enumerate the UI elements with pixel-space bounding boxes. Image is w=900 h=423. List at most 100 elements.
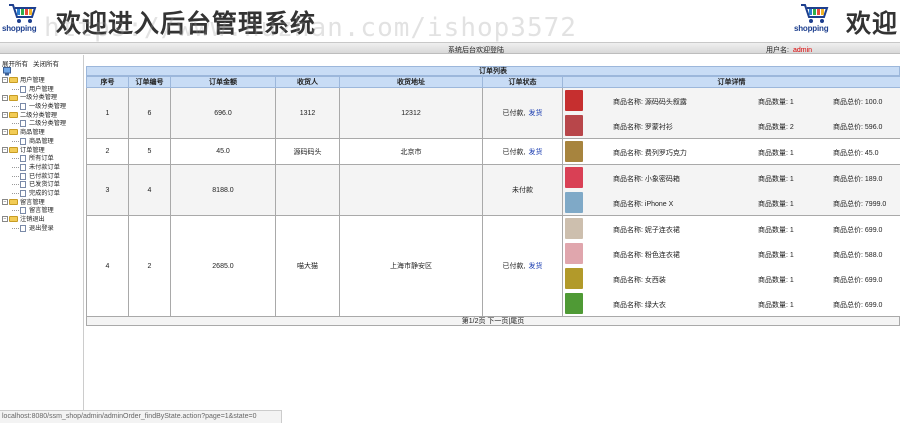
- cell-status: 未付款: [482, 164, 563, 216]
- cell-status: 已付款, 发货: [482, 87, 563, 139]
- minus-icon[interactable]: −: [2, 198, 8, 205]
- table-header: 序号 订单编号 订单金额 收货人 收货地址 订单状态 订单详情: [86, 76, 900, 88]
- cell-detail: 商品名称: 妮子连衣裙商品数量: 1 商品总价: 699.0 商品名称: 粉色连衣裙…: [562, 215, 900, 317]
- column-header: 订单详情: [562, 76, 900, 88]
- ship-link[interactable]: 发货: [528, 110, 542, 117]
- product-name: 商品名称: 罗蒙衬衫: [613, 124, 673, 131]
- tree-folder[interactable]: − 用户管理: [2, 77, 84, 86]
- tree-label: 留言管理: [29, 207, 54, 215]
- product-name: 商品名称: iPhone X: [613, 201, 674, 208]
- table-row: 2 5 45.0 源码码头 北京市 已付款, 发货 商品名称: 费列罗巧克力 商品数量: 1 商品…: [86, 138, 900, 165]
- ship-link[interactable]: 发货: [528, 263, 542, 270]
- tree-leaf[interactable]: 已付款订单: [2, 172, 84, 182]
- tree-line: [12, 166, 19, 168]
- tree-leaf[interactable]: 退出登录: [2, 224, 84, 234]
- tree-folder[interactable]: − 订单管理: [2, 147, 84, 156]
- product-name: 商品名称: 妮子连衣裙: [613, 227, 680, 234]
- cell-seq: 1: [86, 87, 129, 139]
- folder-icon: [9, 77, 18, 84]
- product-qty: 商品数量: 1: [758, 176, 794, 183]
- product-name: 商品名称: 小象密码箱: [613, 176, 680, 183]
- tree-folder[interactable]: − 二级分类管理: [2, 112, 84, 121]
- product-name: 商品名称: 女西装: [613, 277, 666, 284]
- tree-leaf[interactable]: 完成的订单: [2, 189, 84, 199]
- page-icon: [20, 224, 26, 232]
- cell-status: 已付款, 发货: [482, 138, 563, 165]
- order-item: 商品名称: 女西装 商品数量: 1 商品总价: 699.0: [563, 266, 900, 291]
- next-page-link[interactable]: 下一页: [487, 318, 508, 325]
- page-icon: [20, 120, 26, 128]
- product-qty: 商品数量: 1: [758, 277, 794, 284]
- minus-icon[interactable]: −: [2, 94, 8, 101]
- minus-icon[interactable]: −: [2, 77, 8, 84]
- cell-detail: 商品名称: 源码码头叙露 商品数量: 1 商品总价: 100.0 商品名称: 罗蒙衬衫…: [562, 87, 900, 139]
- cell-seq: 2: [86, 138, 129, 165]
- ship-link[interactable]: 发货: [528, 149, 542, 156]
- product-qty: 商品数量: 1: [758, 252, 794, 259]
- page-icon: [20, 189, 26, 197]
- product-name: 商品名称: 费列罗巧克力: [613, 150, 687, 157]
- product-name: 商品名称: 粉色连衣裙: [613, 252, 680, 259]
- folder-icon: [9, 146, 18, 153]
- tree-leaf[interactable]: 未付款订单: [2, 163, 84, 173]
- product-thumbnail[interactable]: [565, 218, 583, 239]
- cell-order-id: 5: [128, 138, 171, 165]
- page-icon: [20, 172, 26, 180]
- order-item: 商品名称: 源码码头叙露 商品数量: 1 商品总价: 100.0: [563, 88, 900, 113]
- tree-line: [12, 227, 19, 229]
- column-header: 订单金额: [170, 76, 276, 88]
- tree-leaf[interactable]: 留言管理: [2, 207, 84, 216]
- cell-address: 上海市静安区: [339, 215, 483, 317]
- minus-icon[interactable]: −: [2, 216, 8, 223]
- product-thumbnail[interactable]: [565, 268, 583, 289]
- cell-address: 12312: [339, 87, 483, 139]
- cell-status: 已付款, 发货: [482, 215, 563, 317]
- order-status: 未付款: [512, 187, 533, 194]
- cell-detail: 商品名称: 费列罗巧克力 商品数量: 1 商品总价: 45.0: [562, 138, 900, 165]
- order-item: 商品名称: 小象密码箱 商品数量: 1 商品总价: 189.0: [563, 165, 900, 190]
- product-thumbnail[interactable]: [565, 192, 583, 213]
- cell-address: 北京市: [339, 138, 483, 165]
- product-total: 商品总价: 45.0: [833, 150, 879, 157]
- last-page-link[interactable]: 尾页: [510, 318, 524, 325]
- product-thumbnail[interactable]: [565, 115, 583, 136]
- product-thumbnail[interactable]: [565, 141, 583, 162]
- product-thumbnail[interactable]: [565, 243, 583, 264]
- minus-icon[interactable]: −: [2, 129, 8, 136]
- product-thumbnail[interactable]: [565, 90, 583, 111]
- page-icon: [20, 85, 26, 93]
- column-header: 收货地址: [339, 76, 483, 88]
- orders-table: 序号 订单编号 订单金额 收货人 收货地址 订单状态 订单详情 1 6 696.0 1312 123…: [86, 76, 900, 317]
- tree-folder[interactable]: − 留言管理: [2, 199, 84, 208]
- order-status: 已付款,: [502, 110, 526, 117]
- order-list-panel: 订单列表 序号 订单编号 订单金额 收货人 收货地址 订单状态 订单详情 1 6 696.0 13…: [86, 66, 900, 326]
- product-thumbnail[interactable]: [565, 167, 583, 188]
- product-total: 商品总价: 699.0: [833, 277, 883, 284]
- tree-leaf[interactable]: 二级分类管理: [2, 120, 84, 129]
- folder-icon: [9, 94, 18, 101]
- tree-folder[interactable]: − 注销退出: [2, 216, 84, 225]
- folder-icon: [9, 129, 18, 136]
- tree-controls: 展开所有 关闭所有: [2, 58, 64, 68]
- order-item: 商品名称: 绿大衣 商品数量: 1 商品总价: 699.0: [563, 291, 900, 316]
- product-total: 商品总价: 189.0: [833, 176, 883, 183]
- tree-folder[interactable]: − 商品管理: [2, 129, 84, 138]
- product-total: 商品总价: 100.0: [833, 99, 883, 106]
- order-item: 商品名称: 费列罗巧克力 商品数量: 1 商品总价: 45.0: [563, 139, 900, 164]
- cell-address: [339, 164, 483, 216]
- cell-detail: 商品名称: 小象密码箱 商品数量: 1 商品总价: 189.0 商品名称: iPhon…: [562, 164, 900, 216]
- tree-leaf[interactable]: 已发货订单: [2, 181, 84, 190]
- tree-folder[interactable]: − 一级分类管理: [2, 94, 84, 103]
- minus-icon[interactable]: −: [2, 146, 8, 153]
- tree-leaf[interactable]: 商品管理: [2, 137, 84, 147]
- tree-leaf[interactable]: 所有订单: [2, 155, 84, 164]
- tree-leaf[interactable]: 一级分类管理: [2, 103, 84, 112]
- tree-label: 商品管理: [29, 137, 54, 145]
- order-status: 已付款,: [502, 263, 526, 270]
- collapse-all-link[interactable]: 关闭所有: [33, 61, 59, 68]
- product-thumbnail[interactable]: [565, 293, 583, 314]
- product-total: 商品总价: 699.0: [833, 227, 883, 234]
- minus-icon[interactable]: −: [2, 112, 8, 119]
- tree-line: [12, 140, 19, 142]
- tree-line: [12, 184, 19, 186]
